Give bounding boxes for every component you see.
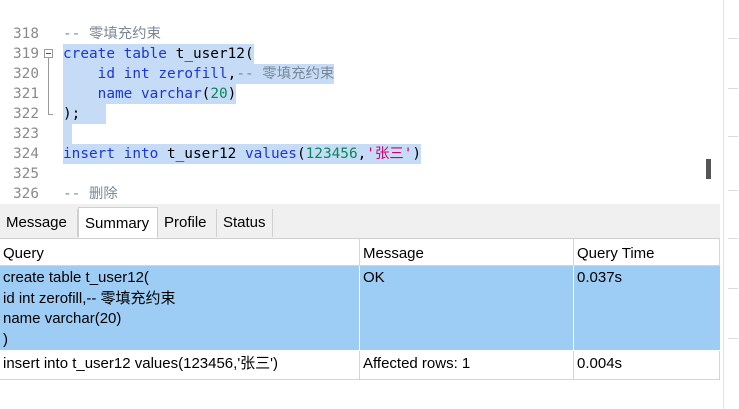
editor-line: 319 -- 零填充约束 — [0, 24, 700, 62]
editor-line: 318 — [0, 4, 700, 42]
tab-message[interactable]: Message — [0, 209, 78, 237]
sql-comment: -- 删除 — [63, 186, 118, 202]
divider — [728, 136, 738, 137]
divider — [728, 38, 738, 39]
editor-line: 326 — [0, 164, 700, 202]
time-cell[interactable]: 0.004s — [574, 351, 720, 379]
code-selection: id int zerofill,-- 零填充约束 — [63, 64, 335, 84]
divider — [728, 238, 738, 239]
column-header-message[interactable]: Message — [360, 239, 574, 265]
code-selection — [63, 124, 72, 144]
summary-grid: Query Message Query Time create table t_… — [0, 239, 720, 380]
editor-line: 324 — [0, 124, 700, 162]
divider — [723, 0, 724, 409]
fold-collapse-icon[interactable] — [43, 44, 53, 64]
message-cell[interactable]: OK — [360, 266, 574, 350]
fold-end — [43, 104, 53, 124]
table-row[interactable]: create table t_user12( id int zerofill,-… — [0, 266, 720, 350]
editor-line: 322 name varchar(20) — [0, 84, 700, 122]
divider — [728, 288, 738, 289]
result-tabs: Message Summary Profile Status — [0, 204, 720, 239]
table-row[interactable]: insert into t_user12 values(123456,'张三')… — [0, 351, 720, 380]
editor-line: 321 id int zerofill,-- 零填充约束 — [0, 64, 700, 102]
sql-comment: -- 零填充约束 — [63, 26, 161, 42]
tab-summary[interactable]: Summary — [78, 207, 158, 238]
message-cell[interactable]: Affected rows: 1 — [360, 351, 574, 379]
code-selection: name varchar(20) — [63, 84, 237, 104]
column-header-query[interactable]: Query — [0, 239, 360, 265]
tab-status[interactable]: Status — [217, 209, 273, 237]
editor-line: 325 insert into t_user12 values(123456,'… — [0, 144, 700, 182]
time-cell[interactable]: 0.037s — [574, 266, 720, 350]
divider — [728, 190, 738, 191]
divider — [728, 338, 738, 339]
editor-line: 323 ); — [0, 104, 700, 142]
query-cell[interactable]: insert into t_user12 values(123456,'张三') — [0, 351, 360, 379]
query-cell[interactable]: create table t_user12( id int zerofill,-… — [0, 266, 360, 350]
sql-editor[interactable]: 318 319 -- 零填充约束 320 create table t_user… — [0, 0, 700, 204]
divider — [728, 88, 738, 89]
code-selection: ); — [63, 104, 107, 124]
editor-line: 327 -- 删除 — [0, 184, 700, 204]
code-selection: create table t_user12( — [63, 44, 254, 64]
column-header-query-time[interactable]: Query Time — [574, 239, 720, 265]
scrollbar-thumb[interactable] — [706, 159, 711, 179]
code-selection: insert into t_user12 values(123456,'张三') — [63, 144, 422, 164]
tab-profile[interactable]: Profile — [158, 209, 217, 237]
fold-guide — [43, 84, 53, 104]
editor-line: 320 create table t_user12( — [0, 44, 700, 82]
fold-guide — [43, 64, 53, 84]
